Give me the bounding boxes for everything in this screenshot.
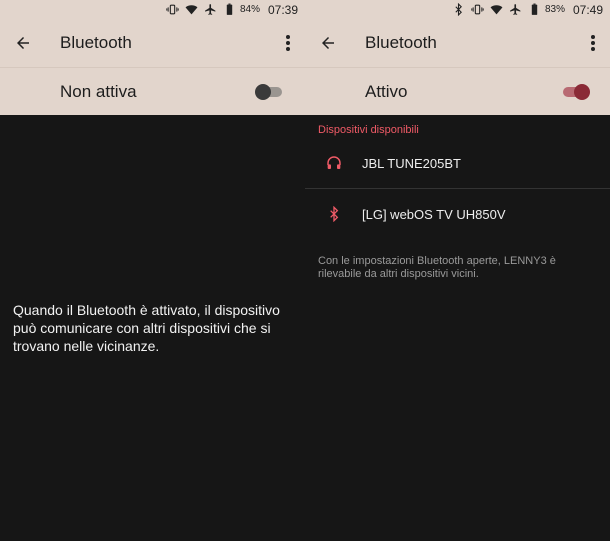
battery-percent: 84%	[239, 4, 260, 15]
status-bar: 84% 07:39	[0, 0, 305, 19]
status-bar: 83% 07:49	[305, 0, 610, 19]
back-arrow-icon[interactable]	[0, 19, 46, 67]
bluetooth-switch[interactable]	[560, 82, 590, 102]
more-options-icon[interactable]	[578, 19, 608, 67]
device-name: JBL TUNE205BT	[362, 155, 461, 171]
vibrate-icon	[166, 3, 179, 16]
available-devices-header: Dispositivi disponibili	[318, 124, 419, 136]
vibrate-icon	[471, 3, 484, 16]
bluetooth-off-info: Quando il Bluetooth è attivato, il dispo…	[13, 302, 280, 354]
back-arrow-icon[interactable]	[305, 19, 351, 67]
bluetooth-screen-off: 84% 07:39 Bluetooth Non attiva Quando il…	[0, 0, 305, 541]
page-title: Bluetooth	[60, 33, 132, 52]
battery-percent: 83%	[544, 4, 565, 15]
airplane-icon	[509, 3, 522, 16]
bluetooth-switch[interactable]	[255, 82, 285, 102]
page-title: Bluetooth	[365, 33, 437, 52]
toggle-label: Non attiva	[60, 81, 137, 101]
bluetooth-icon	[305, 206, 362, 222]
wifi-icon	[490, 3, 503, 16]
airplane-icon	[204, 3, 217, 16]
bluetooth-toggle-row[interactable]: Non attiva	[0, 67, 305, 115]
switch-thumb	[255, 83, 271, 100]
bluetooth-toggle-row[interactable]: Attivo	[305, 67, 610, 115]
battery-icon	[223, 3, 236, 16]
bluetooth-screen-on: 83% 07:49 Bluetooth Attivo Dispositivi d…	[305, 0, 610, 541]
headphones-icon	[305, 155, 362, 171]
more-options-icon[interactable]	[273, 19, 303, 67]
device-item[interactable]: JBL TUNE205BT	[305, 138, 610, 188]
clock: 07:39	[267, 2, 298, 17]
app-bar: Bluetooth	[0, 19, 305, 67]
switch-thumb	[574, 83, 590, 100]
visibility-note: Con le impostazioni Bluetooth aperte, LE…	[318, 255, 556, 280]
screenshot-pair: 84% 07:39 Bluetooth Non attiva Quando il…	[0, 0, 610, 541]
battery-icon	[528, 3, 541, 16]
app-bar: Bluetooth	[305, 19, 610, 67]
device-name: [LG] webOS TV UH850V	[362, 206, 506, 222]
device-item[interactable]: [LG] webOS TV UH850V	[305, 189, 610, 239]
wifi-icon	[185, 3, 198, 16]
clock: 07:49	[572, 2, 603, 17]
bluetooth-status-icon	[452, 3, 465, 16]
toggle-label: Attivo	[365, 81, 408, 101]
